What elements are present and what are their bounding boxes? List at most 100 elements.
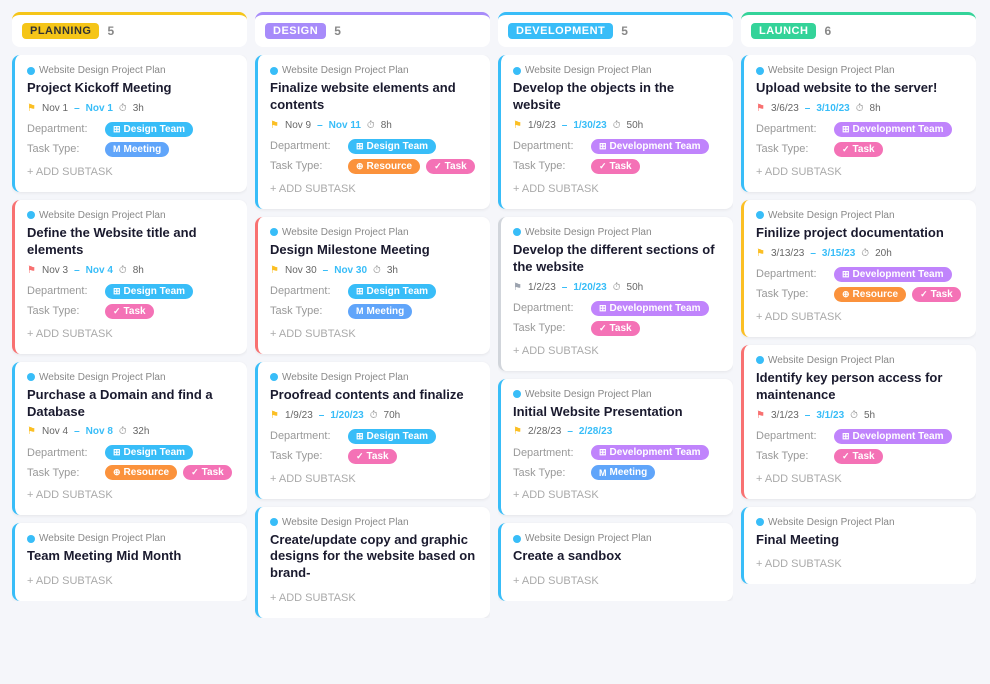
task-type-icon: ✓ [842,451,850,462]
department-tag-text: Design Team [124,447,186,458]
project-dot-icon [270,67,278,75]
add-subtask-button[interactable]: + ADD SUBTASK [513,485,721,505]
task-card[interactable]: Website Design Project PlanInitial Websi… [498,379,733,516]
add-subtask-button[interactable]: + ADD SUBTASK [756,307,964,327]
add-subtask-button[interactable]: + ADD SUBTASK [270,179,478,199]
task-type-icon: ✓ [842,144,850,155]
add-subtask-button[interactable]: + ADD SUBTASK [270,588,478,608]
department-tag[interactable]: ⊞ Design Team [105,445,193,460]
department-tag[interactable]: ⊞ Design Team [105,284,193,299]
task-card[interactable]: Website Design Project PlanDefine the We… [12,200,247,354]
department-tag[interactable]: ⊞ Design Team [348,429,436,444]
add-subtask-button[interactable]: + ADD SUBTASK [27,162,235,182]
task-type-tag[interactable]: ⊕ Resource [834,287,906,302]
card-dates: ⚑Nov 4 – Nov 8 ⏱ 32h [27,426,235,437]
flag-icon: ⚑ [513,120,522,131]
task-type-icon: ✓ [434,161,442,172]
task-type-tag[interactable]: ✓ Task [105,304,154,319]
task-card[interactable]: Website Design Project PlanFinilize proj… [741,200,976,337]
clock-icon: ⏱ [856,103,864,114]
project-dot-icon [27,211,35,219]
task-type-icon: ⊕ [842,289,850,300]
task-type-label: Task Type: [270,450,342,462]
add-subtask-button[interactable]: + ADD SUBTASK [756,162,964,182]
task-card[interactable]: Website Design Project PlanUpload websit… [741,55,976,192]
project-dot-icon [756,356,764,364]
task-type-icon: M [356,306,364,316]
task-type-tag[interactable]: ✓ Task [912,287,961,302]
card-title: Create a sandbox [513,548,721,565]
add-subtask-button[interactable]: + ADD SUBTASK [513,179,721,199]
department-tag-icon: ⊞ [842,431,850,442]
task-type-icon: M [599,468,607,478]
department-tag-icon: ⊞ [113,286,121,297]
add-subtask-button[interactable]: + ADD SUBTASK [756,469,964,489]
task-card[interactable]: Website Design Project PlanProofread con… [255,362,490,499]
task-type-tag[interactable]: ⊕ Resource [348,159,420,174]
task-card[interactable]: Website Design Project PlanDevelop the d… [498,217,733,371]
add-subtask-button[interactable]: + ADD SUBTASK [27,571,235,591]
department-tag[interactable]: ⊞ Development Team [591,445,709,460]
column-header-planning: PLANNING5 [12,12,247,47]
task-card[interactable]: Website Design Project PlanDevelop the o… [498,55,733,209]
project-dot-icon [756,211,764,219]
date-separator: – [562,282,568,293]
department-tag[interactable]: ⊞ Development Team [834,122,952,137]
task-type-tag[interactable]: ⊕ Resource [105,465,177,480]
cards-container-design: Website Design Project PlanFinalize webs… [255,55,490,618]
task-card[interactable]: Website Design Project PlanProject Kicko… [12,55,247,192]
department-tag-text: Design Team [124,124,186,135]
task-type-label: Task Type: [513,322,585,334]
task-card[interactable]: Website Design Project PlanFinalize webs… [255,55,490,209]
task-card[interactable]: Website Design Project PlanCreate a sand… [498,523,733,601]
department-tag[interactable]: ⊞ Design Team [348,139,436,154]
add-subtask-button[interactable]: + ADD SUBTASK [513,341,721,361]
task-type-tag[interactable]: ✓ Task [834,449,883,464]
task-type-tag[interactable]: M Meeting [348,304,412,319]
add-subtask-button[interactable]: + ADD SUBTASK [270,469,478,489]
task-card[interactable]: Website Design Project Plan Design Milest… [255,217,490,354]
task-type-tag[interactable]: M Meeting [105,142,169,157]
task-type-tag[interactable]: ✓ Task [348,449,397,464]
add-subtask-button[interactable]: + ADD SUBTASK [513,571,721,591]
date-start: 2/28/23 [528,426,561,437]
department-tag[interactable]: ⊞ Design Team [348,284,436,299]
card-project-name: Website Design Project Plan [270,65,478,76]
column-header-development: DEVELOPMENT5 [498,12,733,47]
project-dot-icon [27,67,35,75]
task-type-tag[interactable]: M Meeting [591,465,655,480]
task-type-tag[interactable]: ✓ Task [834,142,883,157]
task-type-text: Resource [853,289,899,300]
department-tag[interactable]: ⊞ Development Team [591,301,709,316]
card-project-name: Website Design Project Plan [270,517,478,528]
card-title: Design Milestone Meeting [270,242,478,259]
flag-icon: ⚑ [756,410,765,421]
task-card[interactable]: Website Design Project PlanCreate/update… [255,507,490,619]
hours-value: 3h [387,265,398,276]
department-tag[interactable]: ⊞ Development Team [834,267,952,282]
flag-icon: ⚑ [270,410,279,421]
task-card[interactable]: Website Design Project PlanIdentify key … [741,345,976,499]
task-card[interactable]: Website Design Project PlanPurchase a Do… [12,362,247,516]
task-type-tag[interactable]: ✓ Task [183,465,232,480]
department-tag[interactable]: ⊞ Design Team [105,122,193,137]
task-type-tag[interactable]: ✓ Task [591,159,640,174]
card-project-name: Website Design Project Plan [756,517,964,528]
add-subtask-button[interactable]: + ADD SUBTASK [27,324,235,344]
task-type-field: Task Type:M Meeting [270,304,478,319]
add-subtask-button[interactable]: + ADD SUBTASK [756,554,964,574]
card-project-name: Website Design Project Plan [270,227,478,238]
add-subtask-button[interactable]: + ADD SUBTASK [27,485,235,505]
task-card[interactable]: Website Design Project PlanFinal Meeting… [741,507,976,585]
project-dot-icon [270,228,278,236]
date-end: 2/28/23 [579,426,612,437]
task-card[interactable]: Website Design Project PlanTeam Meeting … [12,523,247,601]
hours-value: 5h [864,410,875,421]
department-tag[interactable]: ⊞ Development Team [591,139,709,154]
task-type-tag[interactable]: ✓ Task [426,159,475,174]
task-type-tag[interactable]: ✓ Task [591,321,640,336]
date-end: 1/30/23 [573,120,606,131]
department-tag[interactable]: ⊞ Development Team [834,429,952,444]
task-type-text: Resource [367,161,413,172]
add-subtask-button[interactable]: + ADD SUBTASK [270,324,478,344]
